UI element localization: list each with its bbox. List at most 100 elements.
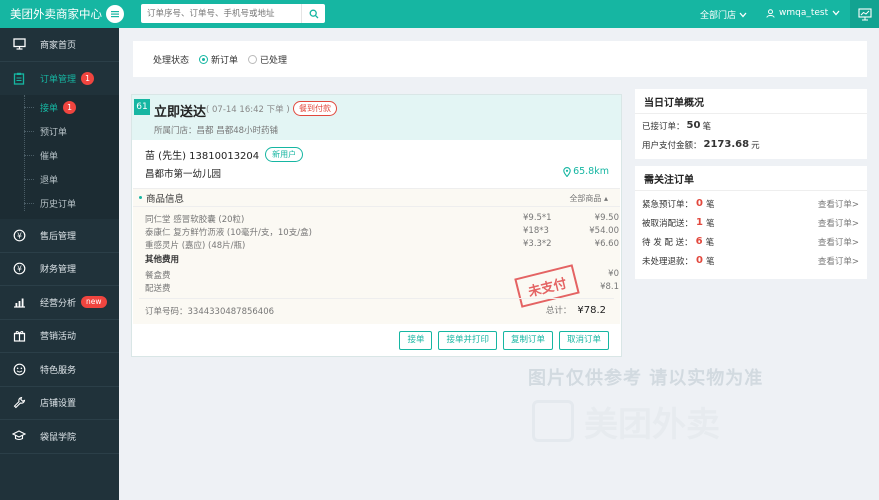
attention-row: 待 发 配 送： 6 笔 查看订单> <box>635 232 867 251</box>
order-card: 61 立即送达 ( 07-14 16:42 下单 ) 餐到付款 所属门店：昌都 … <box>131 94 622 357</box>
order-actions: 接单 接单并打印 复制订单 取消订单 <box>399 331 609 350</box>
attention-row: 被取消配送： 1 笔 查看订单> <box>635 213 867 232</box>
goods-header: 商品信息 全部商品 ▴ <box>133 189 620 207</box>
goods-unit-qty: ¥9.5*1 <box>523 213 552 223</box>
goods-row: 重感灵片 (嘉应) (48片/瓶) ¥3.3*2 ¥6.60 <box>145 239 619 251</box>
sidebar-subitem-label: 历史订单 <box>40 199 77 210</box>
goods-row: 同仁堂 感冒软胶囊 (20粒) ¥9.5*1 ¥9.50 <box>145 213 619 225</box>
view-orders-link[interactable]: 查看订单> <box>818 255 859 267</box>
attention-unit: 笔 <box>705 237 715 248</box>
view-orders-link[interactable]: 查看订单> <box>818 217 859 229</box>
order-store: 所属门店：昌都 昌都48小时药铺 <box>154 126 279 136</box>
sidebar-item-academy[interactable]: 袋鼠学院 <box>0 420 119 454</box>
search-button[interactable] <box>301 4 325 23</box>
distance-value: 65.8km <box>573 166 609 177</box>
fee-row: 餐盒费 ¥0 <box>145 269 619 281</box>
chevron-down-icon <box>739 12 747 17</box>
sidebar-item-finance[interactable]: ¥ 财务管理 <box>0 253 119 286</box>
brand-title[interactable]: 美团外卖商家中心 <box>0 6 104 22</box>
radio-new-orders[interactable]: 新订单 <box>199 53 238 66</box>
received-count: 50 <box>686 120 701 131</box>
order-time: ( 07-14 16:42 下单 ) <box>206 105 290 115</box>
received-label: 已接订单： <box>642 121 685 132</box>
hamburger-icon <box>111 11 119 18</box>
yen-circle-icon: ¥ <box>12 262 26 276</box>
payment-method-tag: 餐到付款 <box>293 101 337 116</box>
radio-processed[interactable]: 已处理 <box>248 53 287 66</box>
sidebar-subitem-preorder[interactable]: 预订单 <box>0 119 119 143</box>
attention-count: 6 <box>695 236 703 247</box>
attention-row: 紧急预订单： 0 笔 查看订单> <box>635 194 867 213</box>
attention-label: 紧急预订单： <box>642 199 694 210</box>
attention-title: 需关注订单 <box>635 166 867 191</box>
new-badge: new <box>81 296 107 309</box>
copy-order-button[interactable]: 复制订单 <box>502 331 553 350</box>
svg-text:¥: ¥ <box>17 231 22 240</box>
attention-unit: 笔 <box>705 199 715 210</box>
goods-price: ¥54.00 <box>589 226 619 236</box>
radio-checked-icon <box>199 54 209 64</box>
sidebar-item-orders[interactable]: 订单管理 1 <box>0 62 119 96</box>
all-goods-label: 全部商品 <box>569 194 602 203</box>
customer-info: 苗 (先生) 13810013204 新用户 <box>145 147 304 162</box>
accept-order-button[interactable]: 接单 <box>399 331 433 350</box>
monitor-button[interactable] <box>850 0 879 28</box>
attention-count: 0 <box>696 255 703 266</box>
sidebar-item-label: 特色服务 <box>40 365 77 376</box>
sidebar-subitem-accept[interactable]: 接单 1 <box>0 95 119 119</box>
caret-up-icon: ▴ <box>603 194 608 203</box>
attention-label: 未处理退款： <box>642 256 694 267</box>
sidebar-item-label: 经营分析 <box>40 298 77 309</box>
status-filter: 处理状态 新订单 已处理 <box>133 41 867 77</box>
sidebar-item-store-settings[interactable]: 店铺设置 <box>0 387 119 420</box>
all-goods-toggle[interactable]: 全部商品 ▴ <box>569 193 608 204</box>
accept-and-print-button[interactable]: 接单并打印 <box>438 331 497 350</box>
bullet-icon <box>139 196 142 199</box>
amount-unit: 元 <box>751 140 760 151</box>
sidebar-item-label: 袋鼠学院 <box>40 432 77 443</box>
svg-text:¥: ¥ <box>17 265 22 274</box>
sidebar-item-marketing[interactable]: 营销活动 <box>0 320 119 353</box>
sidebar-item-label: 财务管理 <box>40 265 77 276</box>
delivery-type-title: 立即送达 <box>154 105 207 120</box>
cancel-order-button[interactable]: 取消订单 <box>558 331 609 350</box>
top-bar: 美团外卖商家中心 <box>0 0 879 28</box>
menu-toggle-button[interactable] <box>106 5 124 23</box>
sidebar-item-aftersale[interactable]: ¥ 售后管理 <box>0 219 119 253</box>
view-orders-link[interactable]: 查看订单> <box>818 236 859 248</box>
sidebar-item-home[interactable]: 商家首页 <box>0 28 119 62</box>
user-menu[interactable]: wmqa_test <box>766 8 840 18</box>
unpaid-stamp: 未支付 <box>514 264 580 308</box>
sidebar-item-analytics[interactable]: 经营分析 new <box>0 286 119 320</box>
location-pin-icon <box>563 166 571 177</box>
radio-unchecked-icon <box>248 54 258 64</box>
fee-name: 餐盒费 <box>145 271 171 281</box>
search-icon <box>309 9 318 18</box>
fee-price: ¥8.1 <box>600 282 619 292</box>
payment-amount-row: 用户支付金额： 2173.68 元 <box>635 135 867 154</box>
goods-price: ¥9.50 <box>594 213 619 223</box>
sidebar-subitem-history[interactable]: 历史订单 <box>0 191 119 215</box>
sidebar-subitem-urge[interactable]: 催单 <box>0 143 119 167</box>
sidebar-subitem-label: 预订单 <box>40 127 68 138</box>
sidebar-item-special[interactable]: 特色服务 <box>0 353 119 387</box>
chart-icon <box>12 295 26 309</box>
attention-count: 0 <box>696 198 703 209</box>
delivery-distance[interactable]: 65.8km <box>563 166 609 177</box>
order-count-badge: 1 <box>81 71 95 85</box>
order-sequence-number: 61 <box>134 99 150 115</box>
store-select[interactable]: 全部门店 <box>700 8 747 21</box>
monitor-icon <box>12 37 26 51</box>
sidebar: 商家首页 订单管理 1 接单 1 预订单 催单 退单 历史订单 ¥ 售后管理 ¥… <box>0 28 119 500</box>
yen-circle-icon: ¥ <box>12 228 26 242</box>
attention-orders-panel: 需关注订单 紧急预订单： 0 笔 查看订单> 被取消配送： 1 笔 查看订单> … <box>635 166 867 279</box>
daily-summary-panel: 当日订单概况 已接订单： 50 笔 用户支付金额： 2173.68 元 <box>635 89 867 159</box>
sidebar-subitem-refund[interactable]: 退单 <box>0 167 119 191</box>
view-orders-link[interactable]: 查看订单> <box>818 198 859 210</box>
fee-row: 配送费 ¥8.1 <box>145 282 619 294</box>
search-input[interactable] <box>141 4 301 23</box>
fee-name: 配送费 <box>145 284 171 294</box>
daily-summary-title: 当日订单概况 <box>635 89 867 114</box>
sidebar-item-label: 订单管理 <box>40 74 77 85</box>
attention-row: 未处理退款： 0 笔 查看订单> <box>635 251 867 270</box>
